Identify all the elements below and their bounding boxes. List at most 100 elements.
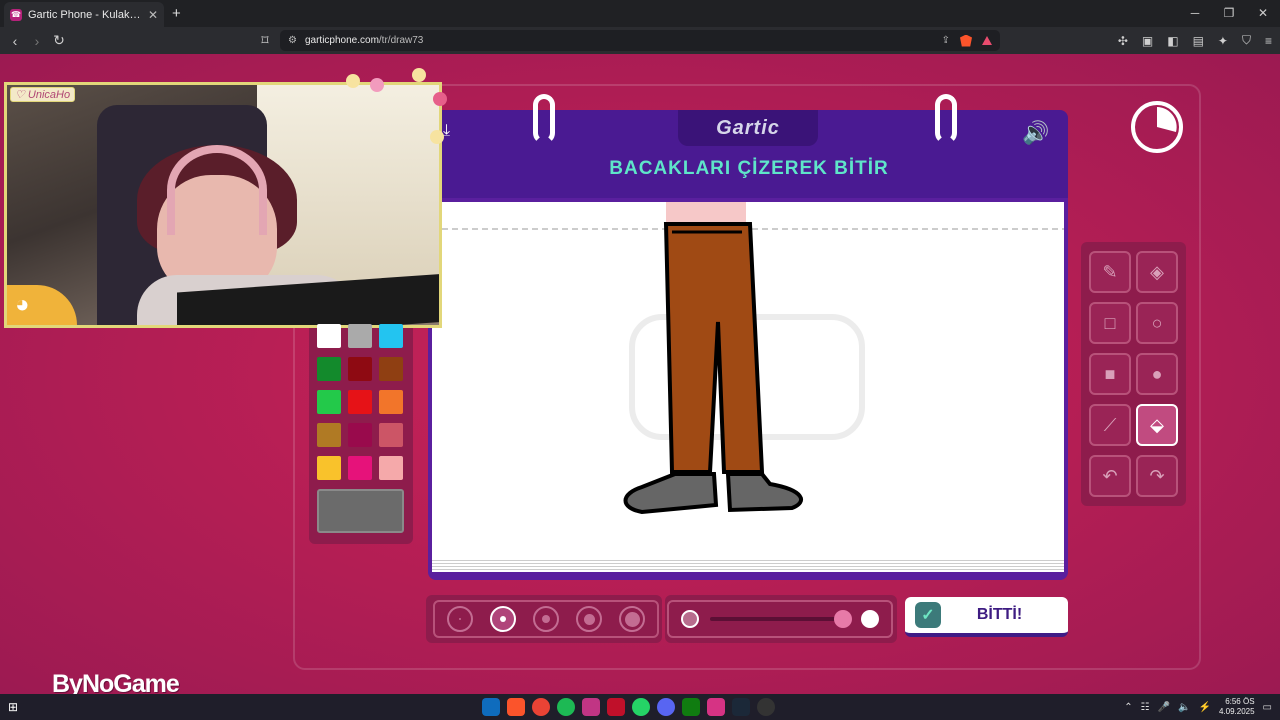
game-area: Gartic ⤓ 🔊 BACAKLARI ÇİZEREK BİTİR ✎ ◈ □… (0, 54, 1280, 698)
minimize-button[interactable]: ─ (1178, 0, 1212, 27)
done-label: BİTTİ! (976, 606, 1023, 623)
brush-size-1[interactable] (447, 606, 473, 632)
eraser-tool-icon[interactable]: ◈ (1136, 251, 1178, 293)
redo-icon[interactable]: ↷ (1136, 455, 1178, 497)
timer-icon (1131, 101, 1183, 153)
wallet-icon[interactable]: ▤ (1193, 34, 1204, 48)
brave-icon[interactable] (507, 698, 525, 716)
battery-icon[interactable]: ⚡ (1199, 702, 1211, 713)
color-swatch[interactable] (348, 456, 372, 480)
close-window-button[interactable]: ✕ (1246, 0, 1280, 27)
color-swatch[interactable] (317, 324, 341, 348)
browser-tab[interactable]: ☎ Gartic Phone - Kulaktan Kulağa ✕ (4, 2, 164, 27)
checkmark-icon: ✓ (915, 602, 941, 628)
forward-icon[interactable]: › (26, 33, 48, 49)
brave-rewards-icon[interactable] (982, 36, 992, 45)
tab-search-icon[interactable]: ▣ (1142, 34, 1153, 48)
brush-size-2[interactable] (490, 606, 516, 632)
share-icon[interactable]: ⇪ (942, 35, 950, 46)
color-swatch[interactable] (379, 390, 403, 414)
speaker-icon[interactable]: 🔊 (1022, 120, 1049, 146)
rectangle-outline-tool-icon[interactable]: □ (1089, 302, 1131, 344)
clock[interactable]: 6:56 ÖS 4.09.2025 (1219, 697, 1255, 717)
color-swatch[interactable] (317, 456, 341, 480)
color-swatch[interactable] (348, 390, 372, 414)
whatsapp-icon[interactable] (632, 698, 650, 716)
leo-icon[interactable]: ✦ (1218, 34, 1228, 48)
reload-icon[interactable]: ↻ (48, 32, 70, 49)
ellipse-outline-tool-icon[interactable]: ○ (1136, 302, 1178, 344)
notebook-ring (533, 94, 555, 144)
pencil-tool-icon[interactable]: ✎ (1089, 251, 1131, 293)
spotify-icon[interactable] (557, 698, 575, 716)
extensions-icon[interactable]: ✣ (1118, 34, 1128, 48)
done-button[interactable]: ✓ BİTTİ! (905, 597, 1068, 637)
color-swatch[interactable] (348, 357, 372, 381)
address-bar[interactable]: ⚙ garticphone.com/tr/draw73 ⇪ (280, 30, 1000, 51)
color-swatch[interactable] (348, 423, 372, 447)
photos-icon[interactable] (707, 698, 725, 716)
menu-icon[interactable]: ≡ (1265, 34, 1272, 48)
brush-size-3[interactable] (533, 606, 559, 632)
notebook-ring (935, 94, 957, 144)
app-icon[interactable] (607, 698, 625, 716)
brush-size-5[interactable] (619, 606, 645, 632)
flower-decoration-icon (412, 68, 426, 82)
discord-icon[interactable] (657, 698, 675, 716)
steam-icon[interactable] (732, 698, 750, 716)
drawing-canvas[interactable] (432, 202, 1064, 558)
opacity-min-indicator (681, 610, 699, 628)
brush-size-4[interactable] (576, 606, 602, 632)
headphones-icon (167, 145, 267, 235)
opacity-max-indicator (861, 610, 879, 628)
sidebar-icon[interactable]: ◧ (1167, 34, 1178, 48)
gartic-favicon-icon: ☎ (10, 8, 22, 21)
color-swatch[interactable] (379, 456, 403, 480)
new-tab-button[interactable]: + (172, 5, 181, 22)
windows-start-icon[interactable]: ⊞ (8, 700, 22, 714)
obs-icon[interactable] (757, 698, 775, 716)
close-tab-icon[interactable]: ✕ (148, 8, 158, 22)
color-swatch[interactable] (317, 390, 341, 414)
rectangle-fill-tool-icon[interactable]: ■ (1089, 353, 1131, 395)
line-tool-icon[interactable]: ⟋ (1089, 404, 1131, 446)
notifications-icon[interactable]: ▭ (1263, 702, 1272, 713)
notebook-pages (432, 558, 1064, 572)
flower-decoration-icon (370, 78, 384, 92)
undo-icon[interactable]: ↶ (1089, 455, 1131, 497)
drawing-prompt: BACAKLARI ÇİZEREK BİTİR (609, 158, 889, 179)
brave-shields-icon[interactable] (960, 34, 972, 47)
nav-bar: ‹ › ↻ ⌑ ⚙ garticphone.com/tr/draw73 ⇪ ✣ … (0, 27, 1280, 54)
xbox-icon[interactable] (682, 698, 700, 716)
chrome-icon[interactable] (532, 698, 550, 716)
color-swatch[interactable] (379, 324, 403, 348)
color-swatch[interactable] (348, 324, 372, 348)
selected-color-swatch[interactable] (317, 489, 404, 533)
vpn-icon[interactable]: ⛉ (1242, 33, 1251, 48)
color-swatch[interactable] (317, 357, 341, 381)
color-swatch[interactable] (317, 423, 341, 447)
gartic-logo: Gartic (678, 110, 818, 146)
volume-icon[interactable]: 🔈 (1178, 702, 1190, 713)
fill-bucket-tool-icon[interactable]: ⬙ (1136, 404, 1178, 446)
webcam-overlay: ◕ ♡ UnicaHo (4, 82, 442, 328)
color-swatch[interactable] (379, 423, 403, 447)
restore-button[interactable]: ❐ (1212, 0, 1246, 27)
flower-decoration-icon (430, 130, 444, 144)
flower-decoration-icon (433, 92, 447, 106)
url-text: garticphone.com/tr/draw73 (304, 35, 424, 46)
opacity-slider-thumb[interactable] (834, 610, 852, 628)
network-icon[interactable]: ☷ (1141, 702, 1150, 713)
tray-chevron-icon[interactable]: ⌃ (1124, 702, 1132, 713)
color-swatch[interactable] (379, 357, 403, 381)
tab-title: Gartic Phone - Kulaktan Kulağa (28, 8, 142, 21)
microphone-icon[interactable]: 🎤 (1158, 702, 1170, 713)
download-icon[interactable]: ⤓ (443, 122, 450, 140)
ellipse-fill-tool-icon[interactable]: ● (1136, 353, 1178, 395)
instagram-icon[interactable] (582, 698, 600, 716)
back-icon[interactable]: ‹ (4, 33, 26, 49)
opacity-slider-track[interactable] (710, 617, 840, 621)
outlook-icon[interactable] (482, 698, 500, 716)
bookmark-icon[interactable]: ⌑ (254, 32, 276, 49)
site-info-icon[interactable]: ⚙ (288, 35, 297, 46)
